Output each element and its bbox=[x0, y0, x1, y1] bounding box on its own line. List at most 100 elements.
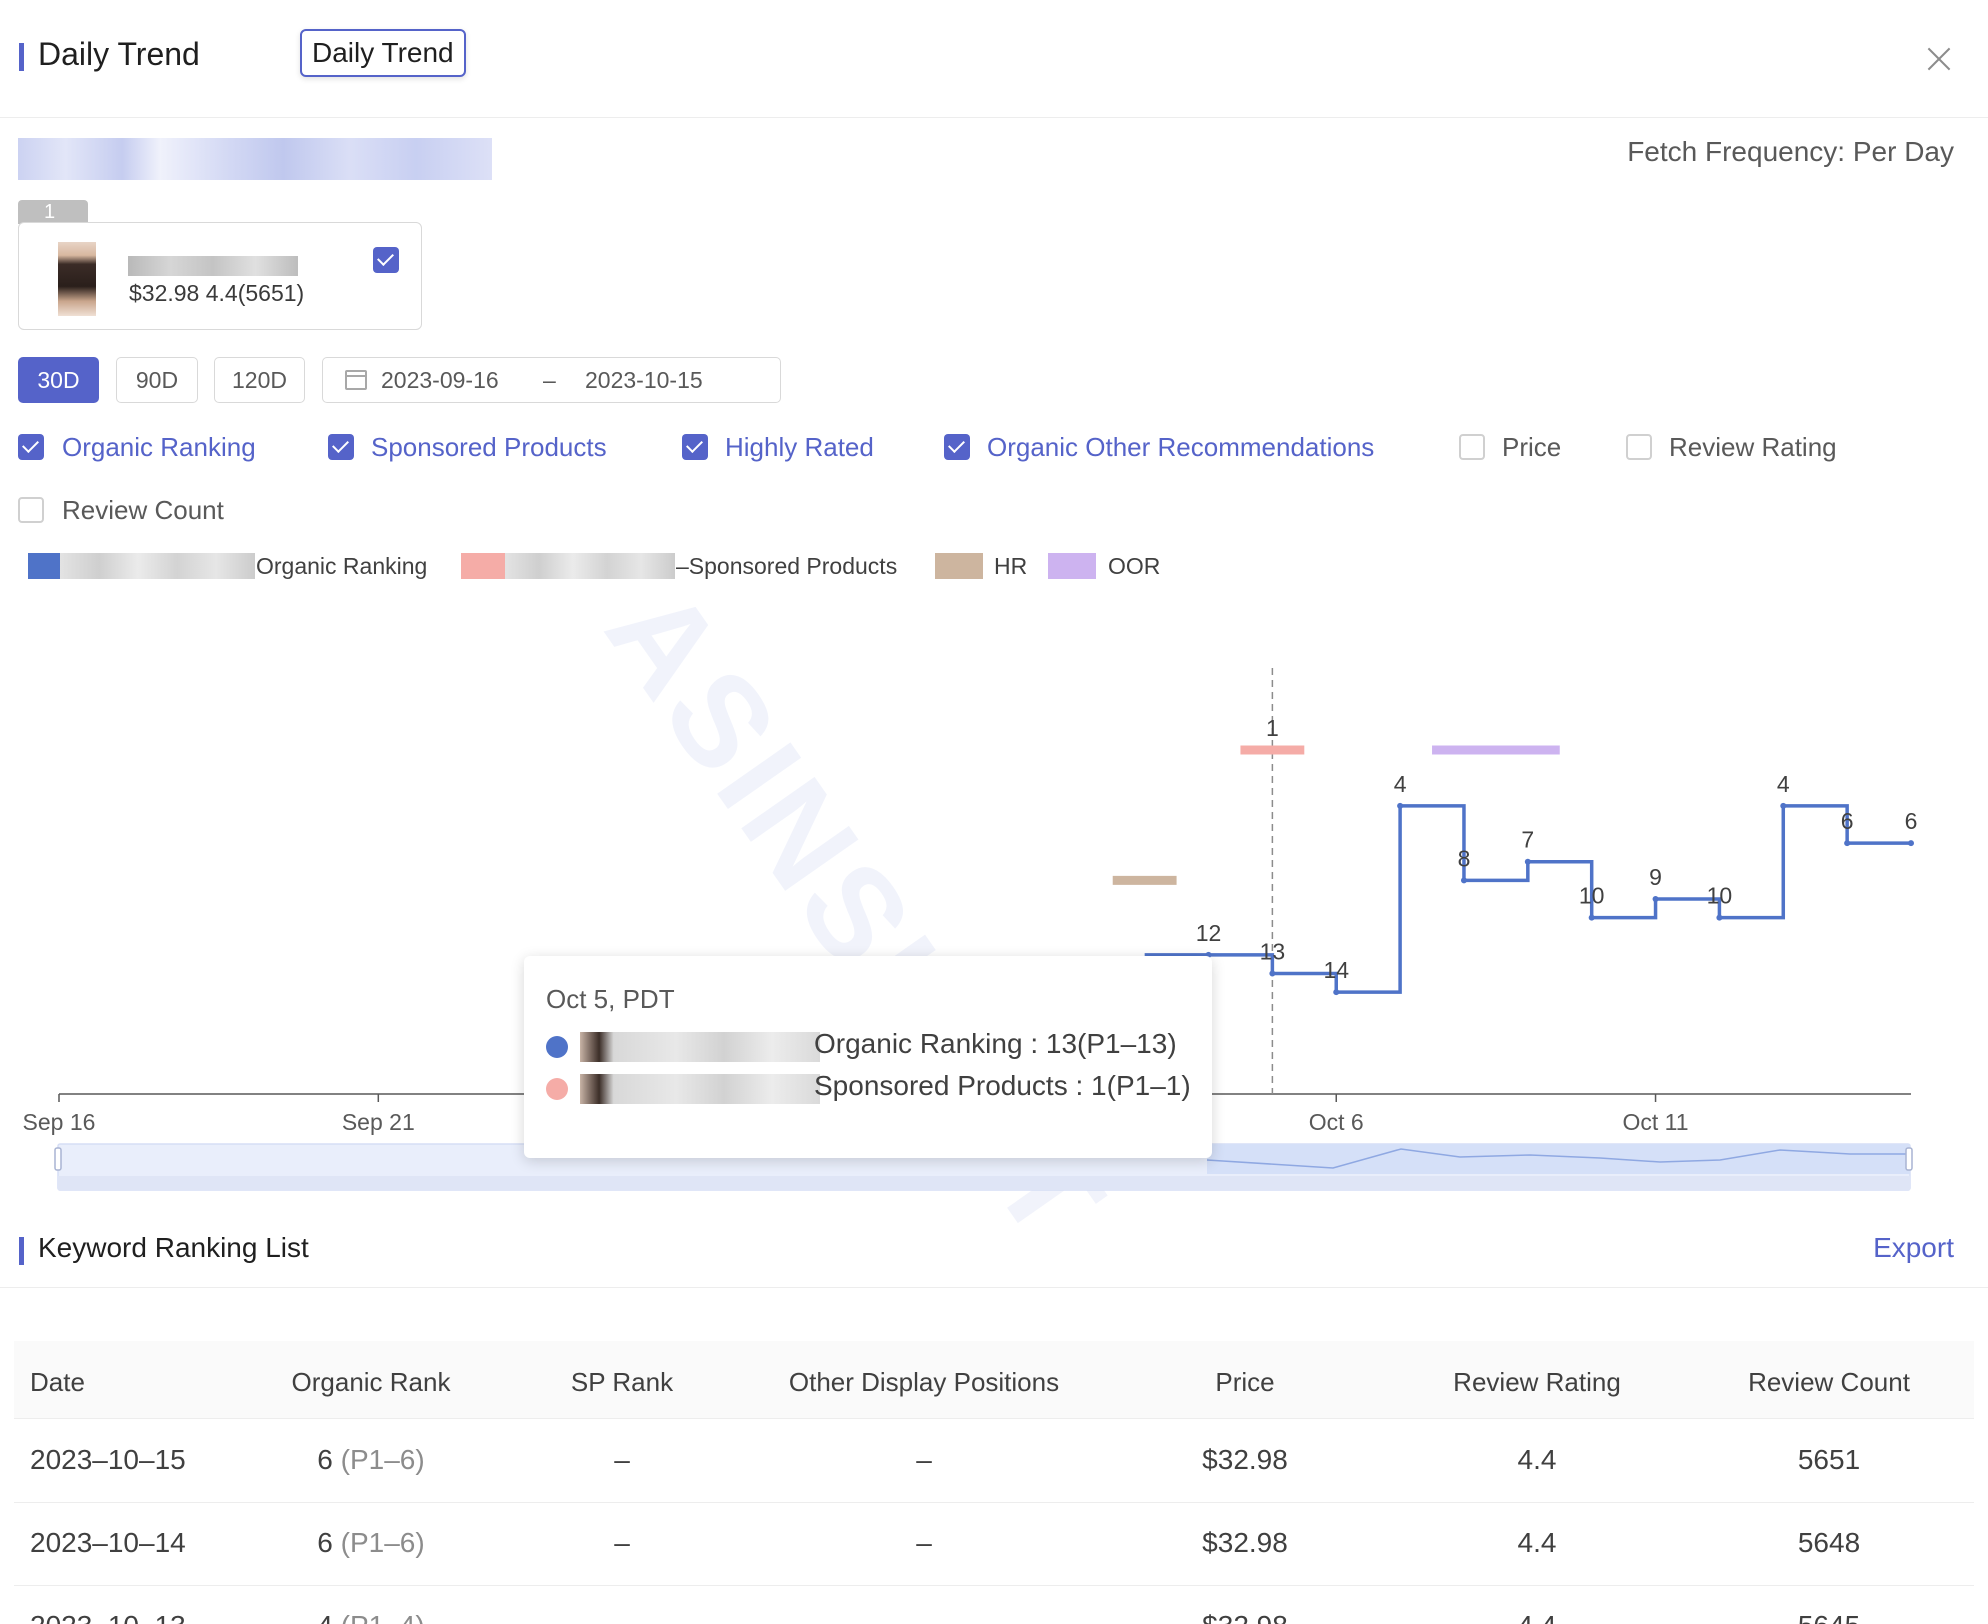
col-sp-rank[interactable]: SP Rank bbox=[571, 1367, 673, 1398]
organic-value-label: 8 bbox=[1458, 845, 1471, 871]
organic-ranking-checkbox[interactable] bbox=[18, 434, 44, 460]
organic-value-label: 13 bbox=[1260, 938, 1286, 964]
col-date[interactable]: Date bbox=[30, 1367, 85, 1398]
organic-value-label: 6 bbox=[1905, 808, 1918, 834]
legend-hr-swatch[interactable] bbox=[935, 553, 983, 579]
legend-oor-swatch[interactable] bbox=[1048, 553, 1096, 579]
price-option[interactable]: Price bbox=[1502, 432, 1561, 463]
range-90d-button[interactable]: 90D bbox=[116, 357, 198, 403]
keyword-ranking-title: Keyword Ranking List bbox=[38, 1232, 309, 1263]
segment-label: 1 bbox=[1266, 715, 1279, 741]
keyword-title-redacted bbox=[18, 138, 492, 180]
tooltip-organic-text: Organic Ranking : 13(P1–13) bbox=[814, 1028, 1177, 1059]
tooltip-organic-dot bbox=[546, 1036, 568, 1058]
organic-point bbox=[1780, 802, 1787, 809]
organic-point bbox=[1460, 877, 1467, 884]
organic-other-recommendations-option[interactable]: Organic Other Recommendations bbox=[987, 432, 1374, 463]
export-link[interactable]: Export bbox=[1873, 1232, 1954, 1264]
zoom-handle-left bbox=[54, 1147, 62, 1171]
product-checkbox[interactable] bbox=[373, 247, 399, 273]
table-row[interactable]: 2023–10–15 6 (P1–6) – – $32.98 4.4 5651 bbox=[14, 1420, 1974, 1503]
product-index-badge: 1 bbox=[18, 200, 88, 224]
header-divider bbox=[0, 117, 1988, 118]
organic-point bbox=[1524, 858, 1531, 865]
col-review-rating[interactable]: Review Rating bbox=[1453, 1367, 1621, 1398]
legend-keyword-redacted bbox=[60, 553, 255, 579]
col-other-positions[interactable]: Other Display Positions bbox=[789, 1367, 1059, 1398]
table-row[interactable]: 2023–10–14 6 (P1–6) – – $32.98 4.4 5648 bbox=[14, 1503, 1974, 1586]
rank-value: 6 bbox=[317, 1444, 333, 1475]
col-price[interactable]: Price bbox=[1215, 1367, 1274, 1398]
organic-point bbox=[1908, 840, 1914, 847]
cell-review-count: 5645 bbox=[1798, 1610, 1860, 1624]
cell-price: $32.98 bbox=[1202, 1527, 1288, 1558]
organic-point bbox=[1716, 914, 1723, 921]
cell-review-rating: 4.4 bbox=[1517, 1527, 1557, 1558]
product-title-redacted bbox=[128, 256, 298, 276]
zoom-slider-window bbox=[1207, 1144, 1910, 1174]
tooltip-sponsored-text: Sponsored Products : 1(P1–1) bbox=[814, 1070, 1191, 1101]
col-organic-rank[interactable]: Organic Rank bbox=[292, 1367, 451, 1398]
sponsored-products-option[interactable]: Sponsored Products bbox=[371, 432, 607, 463]
organic-other-recommendations-checkbox[interactable] bbox=[944, 434, 970, 460]
range-30d-button[interactable]: 30D bbox=[18, 357, 99, 403]
organic-value-label: 4 bbox=[1777, 771, 1790, 797]
col-review-count[interactable]: Review Count bbox=[1748, 1367, 1910, 1398]
tooltip-date: Oct 5, PDT bbox=[546, 984, 675, 1014]
list-divider bbox=[0, 1287, 1988, 1288]
date-separator: – bbox=[543, 367, 556, 393]
table-row[interactable]: 2023–10–13 4 (P1–4) – – $32.98 4.4 5645 bbox=[14, 1586, 1974, 1624]
x-tick-label: Oct 6 bbox=[1309, 1109, 1364, 1135]
cell-sp-rank: – bbox=[614, 1610, 630, 1624]
highly-rated-checkbox[interactable] bbox=[682, 434, 708, 460]
cell-sp-rank: – bbox=[614, 1527, 630, 1558]
tooltip-sponsored-dot bbox=[546, 1078, 568, 1100]
cell-review-rating: 4.4 bbox=[1518, 1610, 1557, 1624]
review-count-option[interactable]: Review Count bbox=[62, 495, 224, 526]
price-checkbox[interactable] bbox=[1459, 434, 1485, 460]
close-icon[interactable] bbox=[1924, 44, 1954, 74]
cell-review-rating: 4.4 bbox=[1517, 1444, 1557, 1475]
title-tooltip: Daily Trend bbox=[300, 29, 466, 77]
organic-ranking-option[interactable]: Organic Ranking bbox=[62, 432, 256, 463]
range-120d-button[interactable]: 120D bbox=[214, 357, 305, 403]
organic-value-label: 6 bbox=[1841, 808, 1854, 834]
cell-organic-rank: 4 (P1–4) bbox=[317, 1610, 424, 1624]
legend-organic-label[interactable]: Organic Ranking bbox=[256, 553, 427, 580]
organic-value-label: 12 bbox=[1196, 920, 1222, 946]
review-rating-checkbox[interactable] bbox=[1626, 434, 1652, 460]
cell-other-positions: – bbox=[916, 1444, 932, 1475]
modal-title: Daily Trend bbox=[38, 36, 200, 72]
rank-page: (P1–4) bbox=[341, 1610, 425, 1624]
rank-value: 4 bbox=[317, 1610, 333, 1624]
zoom-slider-bar bbox=[58, 1176, 1910, 1190]
tooltip-keyword-redacted-2 bbox=[580, 1074, 820, 1104]
organic-value-label: 9 bbox=[1649, 864, 1662, 890]
table-header: Date Organic Rank SP Rank Other Display … bbox=[14, 1341, 1974, 1419]
rank-value: 6 bbox=[317, 1527, 333, 1558]
legend-keyword-redacted-2 bbox=[505, 553, 675, 579]
calendar-icon bbox=[345, 370, 367, 390]
date-range-picker[interactable]: 2023-09-16 – 2023-10-15 bbox=[322, 357, 781, 403]
title-accent-bar bbox=[19, 43, 24, 71]
organic-point bbox=[1397, 802, 1404, 809]
organic-value-label: 7 bbox=[1521, 827, 1534, 853]
legend-hr-label[interactable]: HR bbox=[994, 553, 1027, 580]
review-rating-option[interactable]: Review Rating bbox=[1669, 432, 1837, 463]
cell-sp-rank: – bbox=[614, 1444, 630, 1475]
cell-price: $32.98 bbox=[1202, 1610, 1288, 1624]
review-count-checkbox[interactable] bbox=[18, 497, 44, 523]
cell-date: 2023–10–13 bbox=[30, 1610, 186, 1624]
legend-sponsored-swatch[interactable] bbox=[461, 553, 509, 579]
x-tick-label: Sep 16 bbox=[23, 1109, 96, 1135]
cell-date: 2023–10–15 bbox=[30, 1444, 186, 1475]
organic-point bbox=[1269, 970, 1276, 977]
organic-value-label: 10 bbox=[1707, 883, 1733, 909]
legend-oor-label[interactable]: OOR bbox=[1108, 553, 1160, 580]
organic-point bbox=[1652, 895, 1659, 902]
cell-price: $32.98 bbox=[1202, 1444, 1288, 1475]
product-meta: $32.98 4.4(5651) bbox=[129, 280, 305, 306]
rank-page: (P1–6) bbox=[340, 1527, 425, 1558]
sponsored-products-checkbox[interactable] bbox=[328, 434, 354, 460]
highly-rated-option[interactable]: Highly Rated bbox=[725, 432, 874, 463]
